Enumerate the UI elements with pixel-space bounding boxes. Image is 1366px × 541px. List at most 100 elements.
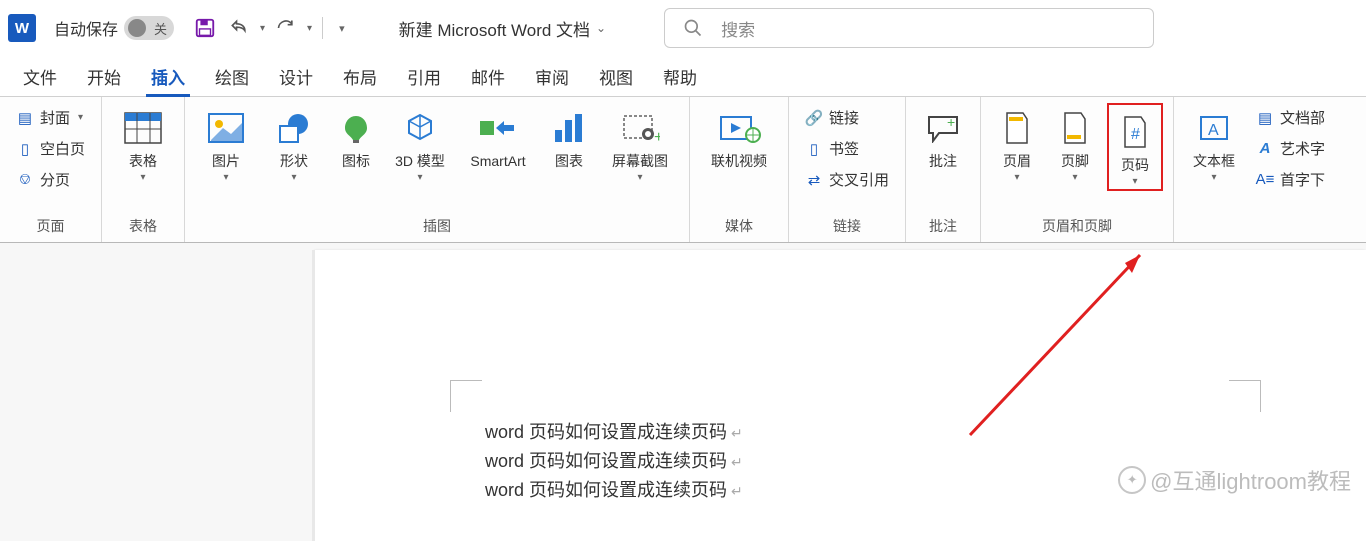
document-body[interactable]: word 页码如何设置成连续页码word 页码如何设置成连续页码word 页码如… [485,418,743,504]
margin-corner-tr [1229,380,1261,412]
redo-button[interactable] [273,15,299,41]
svg-text:+: + [654,129,660,144]
online-video-button[interactable]: 联机视频 [700,103,778,170]
textbox-button[interactable]: A文本框▾ [1184,103,1244,183]
tab-文件[interactable]: 文件 [8,58,72,95]
tab-视图[interactable]: 视图 [584,58,648,95]
dropcap-button[interactable]: A≡首字下 [1250,165,1331,194]
group-header-footer: 页眉▾ 页脚▾ #页码▾ 页眉和页脚 [981,97,1174,242]
tab-绘图[interactable]: 绘图 [200,58,264,95]
svg-text:#: # [1131,126,1140,143]
comment-icon: + [925,107,961,149]
group-pages-label: 页面 [37,216,65,238]
chart-icon [551,107,587,149]
app-icon: W [8,14,36,42]
save-button[interactable] [192,15,218,41]
blank-page-icon: ▯ [16,140,34,158]
table-icon [123,107,163,149]
footer-icon [1061,107,1089,149]
ribbon-tabs: 文件开始插入绘图设计布局引用邮件审阅视图帮助 [0,56,1366,96]
undo-chevron-icon[interactable]: ▾ [260,23,265,34]
group-links: 🔗链接 ▯书签 ⇄交叉引用 链接 [789,97,906,242]
link-icon: 🔗 [805,109,823,127]
page-break-button[interactable]: ⎊分页 [10,165,91,194]
bookmark-icon: ▯ [805,140,823,158]
header-icon [1003,107,1031,149]
document-page[interactable]: word 页码如何设置成连续页码word 页码如何设置成连续页码word 页码如… [315,250,1366,541]
screenshot-button[interactable]: +屏幕截图▾ [601,103,679,183]
group-text: A文本框▾ ▤文档部 A艺术字 A≡首字下 [1174,97,1341,242]
undo-button[interactable] [226,15,252,41]
tab-布局[interactable]: 布局 [328,58,392,95]
document-title[interactable]: 新建 Microsoft Word 文档 ⌄ [399,16,607,41]
title-bar: W 自动保存 关 ▾ ▾ ▾ 新建 Microsoft Word 文档 ⌄ 搜索 [0,0,1366,56]
ribbon: ▤封面▾ ▯空白页 ⎊分页 页面 表格▾ 表格 图片▾ 形状▾ 图标 3D 模型… [0,96,1366,243]
switch-state: 关 [154,19,167,38]
wordart-icon: A [1256,140,1274,157]
group-comments: +批注 批注 [906,97,981,242]
search-input[interactable]: 搜索 [664,8,1154,48]
group-tables-label: 表格 [129,216,157,238]
document-line: word 页码如何设置成连续页码 [485,476,743,505]
quick-parts-button[interactable]: ▤文档部 [1250,103,1331,132]
video-icon [717,107,761,149]
group-comments-label: 批注 [929,216,957,238]
icons-icon [339,107,373,149]
screenshot-icon: + [620,107,660,149]
group-illustrations: 图片▾ 形状▾ 图标 3D 模型▾ SmartArt 图表 +屏幕截图▾ 插图 [185,97,690,242]
search-placeholder: 搜索 [721,16,755,41]
page-number-highlight: #页码▾ [1107,103,1163,191]
quickparts-icon: ▤ [1256,109,1274,127]
comment-button[interactable]: +批注 [916,103,970,170]
tab-审阅[interactable]: 审阅 [520,58,584,95]
group-pages: ▤封面▾ ▯空白页 ⎊分页 页面 [0,97,102,242]
picture-icon [207,107,245,149]
crossref-icon: ⇄ [805,171,823,189]
3d-model-icon [403,107,437,149]
margin-corner-tl [450,380,482,412]
group-hf-label: 页眉和页脚 [1042,216,1112,238]
header-button[interactable]: 页眉▾ [991,103,1043,183]
smartart-button[interactable]: SmartArt [459,103,537,170]
autosave-switch[interactable]: 关 [124,16,174,40]
icons-button[interactable]: 图标 [331,103,381,170]
qat-customize-icon[interactable]: ▾ [333,22,351,35]
autosave-control[interactable]: 自动保存 关 [54,16,174,40]
page-break-icon: ⎊ [16,171,34,188]
table-button[interactable]: 表格▾ [112,103,174,183]
svg-text:A: A [1208,122,1219,139]
pictures-button[interactable]: 图片▾ [195,103,257,183]
search-icon [683,18,703,38]
shapes-button[interactable]: 形状▾ [263,103,325,183]
chart-button[interactable]: 图表 [543,103,595,170]
group-media: 联机视频 媒体 [690,97,789,242]
footer-button[interactable]: 页脚▾ [1049,103,1101,183]
link-button[interactable]: 🔗链接 [799,103,895,132]
dropcap-icon: A≡ [1256,171,1274,188]
wordart-button[interactable]: A艺术字 [1250,134,1331,163]
tab-帮助[interactable]: 帮助 [648,58,712,95]
tab-引用[interactable]: 引用 [392,58,456,95]
document-line: word 页码如何设置成连续页码 [485,447,743,476]
group-links-label: 链接 [833,216,861,238]
page-number-icon: # [1121,111,1149,153]
title-chevron-icon: ⌄ [596,21,606,35]
autosave-label: 自动保存 [54,16,118,40]
group-illustrations-label: 插图 [423,216,451,238]
tab-邮件[interactable]: 邮件 [456,58,520,95]
cross-reference-button[interactable]: ⇄交叉引用 [799,165,895,194]
switch-knob-icon [128,19,146,37]
tab-插入[interactable]: 插入 [136,58,200,95]
3d-models-button[interactable]: 3D 模型▾ [387,103,453,183]
blank-page-button[interactable]: ▯空白页 [10,134,91,163]
page-number-button[interactable]: #页码▾ [1111,107,1159,187]
bookmark-button[interactable]: ▯书签 [799,134,895,163]
tab-设计[interactable]: 设计 [264,58,328,95]
group-tables: 表格▾ 表格 [102,97,185,242]
textbox-icon: A [1197,107,1231,149]
document-line: word 页码如何设置成连续页码 [485,418,743,447]
cover-page-button[interactable]: ▤封面▾ [10,103,91,132]
svg-text:+: + [947,114,955,130]
tab-开始[interactable]: 开始 [72,58,136,95]
redo-chevron-icon[interactable]: ▾ [307,23,312,34]
